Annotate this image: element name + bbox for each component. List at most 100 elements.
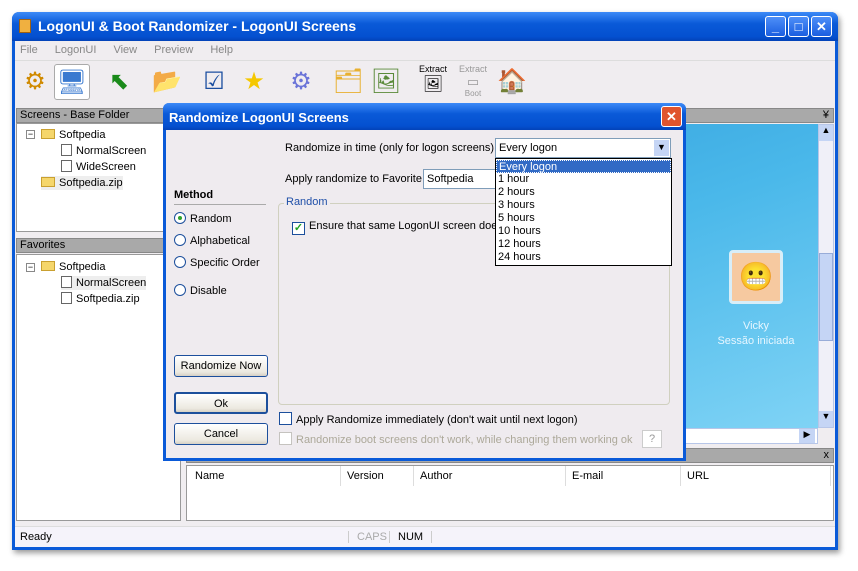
vertical-scrollbar[interactable]: ▲ ▼ [818,124,834,428]
time-option[interactable]: 1 hour [496,173,671,186]
edit-icon[interactable]: ☑ [196,64,232,100]
ok-button[interactable]: Ok [174,392,268,414]
menu-preview[interactable]: Preview [154,44,193,56]
collapse-toggle[interactable]: − [26,263,35,272]
method-random[interactable]: Random [174,212,232,225]
cancel-button[interactable]: Cancel [174,423,268,445]
chevron-down-icon[interactable]: ▼ [654,140,669,156]
time-dropdown-list: Every logon 1 hour 2 hours 3 hours 5 hou… [495,158,672,266]
screens-tree: − Softpedia NormalScreen WideScreen Soft… [16,123,181,232]
scroll-thumb[interactable] [819,253,833,341]
boot-randomize-checkbox: Randomize boot screens don't work, while… [279,432,633,446]
time-select[interactable]: Every logon ▼ [495,138,671,158]
menu-help[interactable]: Help [210,44,233,56]
caps-indicator: CAPS [348,531,387,543]
column-author[interactable]: Author [414,466,566,486]
scroll-up-icon[interactable]: ▲ [819,125,833,141]
screen-icon [61,160,72,172]
user-status: Sessão iniciada [717,335,795,347]
time-option[interactable]: 2 hours [496,186,671,199]
pin-icon[interactable]: ¥ [823,109,829,122]
dialog-close-button[interactable]: ✕ [661,106,682,127]
extract-boot-label: Extract [458,64,487,74]
extract-button[interactable]: Extract 🖼 [415,64,451,94]
column-name[interactable]: Name [189,466,341,486]
details-close-icon[interactable]: x [824,449,830,462]
check-icon: ✓ [292,222,305,235]
help-button[interactable]: ? [642,430,662,448]
tree-node-softpedia-zip[interactable]: Softpedia.zip [41,176,123,190]
boot-home-icon[interactable]: 🏠 [494,64,530,100]
status-bar: Ready CAPS NUM [15,526,835,547]
method-specific-order[interactable]: Specific Order [174,256,260,269]
method-disable[interactable]: Disable [174,284,227,297]
minimize-button[interactable]: _ [765,16,786,37]
maximize-button[interactable]: □ [788,16,809,37]
logonui-settings-icon[interactable]: ⚙ [17,64,53,100]
fav-node-normalscreen[interactable]: NormalScreen [61,276,147,290]
time-option[interactable]: Every logon [496,160,671,173]
tree-node-normalscreen[interactable]: NormalScreen [61,144,146,158]
folder-icon [41,261,55,271]
tree-node-widescreen[interactable]: WideScreen [61,160,136,174]
extract-label: Extract [418,64,447,74]
logonui-screens-icon[interactable]: 🖥 [54,64,90,100]
time-option[interactable]: 3 hours [496,199,671,212]
extract-boot-sub: Boot [464,89,482,98]
column-url[interactable]: URL [681,466,831,486]
app-icon [19,19,31,33]
screen-icon [61,144,72,156]
extract-boot-button[interactable]: Extract ▭ Boot [455,64,491,98]
scroll-down-icon[interactable]: ▼ [819,411,833,427]
method-alphabetical[interactable]: Alphabetical [174,234,250,247]
menu-view[interactable]: View [113,44,137,56]
checkbox-icon [279,432,292,445]
favorites-panel-header: Favorites [16,238,181,253]
gear-icon[interactable]: ⚙ [283,64,319,100]
menu-file[interactable]: File [20,44,38,56]
random-group-label: Random [284,196,330,208]
method-label: Method [174,189,266,205]
randomize-now-button[interactable]: Randomize Now [174,355,268,377]
favorite-star-icon[interactable]: ★ [236,64,272,100]
window-title: LogonUI & Boot Randomizer - LogonUI Scre… [38,18,357,34]
menu-logonui[interactable]: LogonUI [55,44,97,56]
open-folder-icon[interactable]: 📂 [149,64,185,100]
time-option[interactable]: 10 hours [496,225,671,238]
details-list: Name Version Author E-mail URL [186,465,834,521]
screen-icon [61,292,72,304]
column-email[interactable]: E-mail [566,466,681,486]
time-option[interactable]: 5 hours [496,212,671,225]
favorite-label: Apply randomize to Favorite [285,173,422,185]
time-label: Randomize in time (only for logon screen… [285,142,495,154]
favorites-tree: − Softpedia NormalScreen Softpedia.zip [16,254,181,521]
boot-icon: ▭ [466,74,480,89]
title-bar: LogonUI & Boot Randomizer - LogonUI Scre… [12,12,838,41]
folder-grid-icon[interactable]: 🗂 [330,64,366,100]
screens-panel-header: Screens - Base Folder [16,108,181,123]
add-icon[interactable]: ⬉ [101,64,137,100]
tree-node-softpedia[interactable]: Softpedia [41,128,105,142]
apply-immediately-checkbox[interactable]: Apply Randomize immediately (don't wait … [279,412,578,426]
ensure-checkbox[interactable]: ✓ Ensure that same LogonUI screen does [292,220,503,235]
num-indicator: NUM [389,531,433,543]
folder-icon [41,129,55,139]
fav-node-softpedia-zip[interactable]: Softpedia.zip [61,292,140,306]
radio-icon [174,284,186,296]
user-avatar: 😬 [729,250,783,304]
fav-node-softpedia[interactable]: Softpedia [41,260,105,274]
images-icon[interactable]: 🖼 [368,64,404,100]
radio-icon [174,212,186,224]
collapse-toggle[interactable]: − [26,130,35,139]
favorite-select[interactable]: Softpedia [423,169,498,189]
scroll-right-icon[interactable]: ▶ [799,429,815,443]
screen-icon [61,276,72,288]
checkbox-icon [279,412,292,425]
dialog-title: Randomize LogonUI Screens [169,110,349,125]
time-option[interactable]: 24 hours [496,251,671,264]
status-text: Ready [20,531,52,543]
time-option[interactable]: 12 hours [496,238,671,251]
close-button[interactable]: ✕ [811,16,832,37]
column-version[interactable]: Version [341,466,414,486]
user-name: Vicky [742,320,770,332]
